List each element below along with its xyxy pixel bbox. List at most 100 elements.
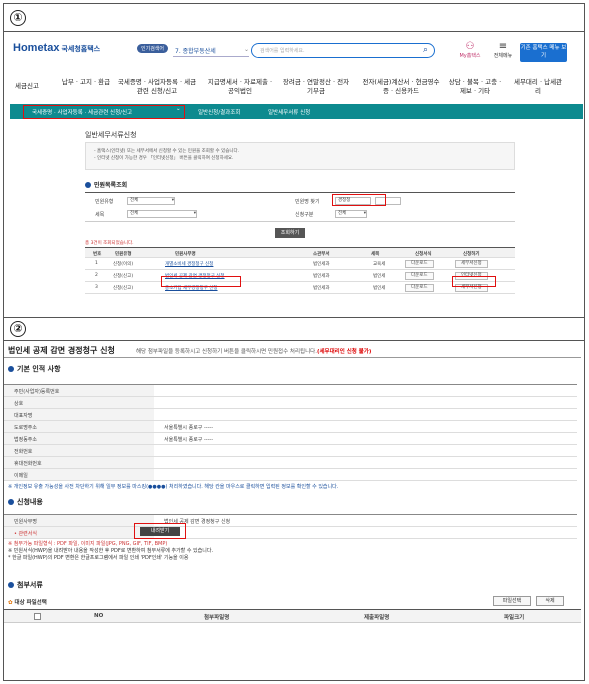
info-row: 이메일 (4, 469, 577, 481)
popular-keyword-select[interactable]: 7. 종합부동산세 ⌄ (173, 46, 249, 57)
info-row: 전화번호 (4, 445, 577, 457)
sub-nav-item[interactable]: 일반신청/결과조회 (198, 108, 240, 116)
nav-item[interactable]: 납부 · 고지 · 환급 (61, 78, 111, 87)
bullet-icon (8, 366, 14, 372)
info-key: • 관련서식 (4, 527, 154, 538)
file-notes: ※ 첨부가능 파일형식 : PDF 파일, 이미지 파일(JPG, PNG, G… (8, 541, 213, 562)
section-heading: 첨부서류 (8, 580, 43, 590)
info-row: 대표자명 (4, 409, 577, 421)
popular-search-pill[interactable]: 인기검색어 (137, 44, 169, 53)
nav-item[interactable]: 세무대리 · 납세관리 (513, 78, 563, 96)
info-value: 서울특별시 종로구 ----- (164, 425, 214, 431)
search-input[interactable]: 검색어를 입력하세요. ⌕ (251, 43, 435, 58)
nav-item[interactable]: 세금신고 (15, 82, 39, 91)
download-button[interactable]: 다운로드 (405, 284, 434, 292)
all-menu-button[interactable]: ≡ 전체메뉴 (488, 41, 518, 60)
cell-type: 신청(이의) (113, 262, 134, 267)
highlight-box (452, 276, 496, 287)
file-note: ※ 민원서식(HWP)을 내려받아 내용을 작성한 후 PDF로 변환하여 첨부… (8, 548, 214, 554)
cell-no: 2 (95, 273, 98, 278)
info-row: 상호 (4, 397, 577, 409)
privacy-note: ※ 개인정보 유출 가능성을 사전 차단하기 위해 일부 정보를 마스킹(●●●… (8, 484, 339, 490)
apply-type-select[interactable]: 전체 ▾ (335, 210, 367, 218)
file-select-button[interactable]: 파일선택 (493, 596, 531, 606)
table-row: 3 신청(신고) 중소기업 세무경정청구 신청 법인세과 법인세 다운로드 세무… (85, 282, 515, 294)
file-note: ※ 첨부가능 파일형식 : PDF 파일, 이미지 파일(JPG, PNG, G… (8, 541, 168, 547)
my-hometax-button[interactable]: ⚇ My홈택스 (455, 41, 485, 60)
cell-type: 신청(신고) (113, 286, 134, 291)
info-key: 도로명주소 (4, 421, 154, 432)
column-header: 번호 (93, 252, 102, 257)
search-button[interactable]: 조회하기 (275, 228, 305, 238)
highlight-box (332, 194, 386, 206)
notice-box: - 홈택스(인터넷) 또는 세무서에서 신청할 수 있는 민원을 조회할 수 있… (85, 142, 515, 170)
nav-item[interactable]: 지급명세서 · 자료제출 · 공익법인 (205, 78, 275, 96)
basic-info-table: 주민(사업자)등록번호 상호 대표자명 도로명주소 서울특별시 종로구 -----… (4, 384, 577, 481)
cell-type: 신청(신고) (113, 274, 134, 279)
divider (4, 357, 581, 358)
info-row: 휴대전화번호 (4, 457, 577, 469)
section-heading: 신청내용 (8, 497, 43, 507)
info-value: 서울특별시 종로구 ----- (164, 437, 214, 443)
user-icon: ⚇ (465, 41, 475, 52)
section-heading: 민원목록조회 (85, 180, 127, 189)
nav-item[interactable]: 장려금 · 연말정산 · 전자기부금 (281, 78, 351, 96)
info-key: 상호 (4, 397, 154, 408)
select-all-checkbox[interactable] (34, 613, 41, 620)
nav-item[interactable]: 국세증명 · 사업자등록 · 세금관련 신청/신고 (117, 78, 197, 96)
attach-table-header: NO 첨부파일명 제출파일명 파일크기 (4, 609, 581, 623)
table-row: 2 신청(신고) 법인세 공제 감면 경정청구 신청 법인세과 법인세 다운로드… (85, 270, 515, 282)
tax-item-select[interactable]: 전체 ▾ (127, 210, 197, 218)
info-row: 도로명주소 서울특별시 종로구 ----- (4, 421, 577, 433)
search-icon[interactable]: ⌕ (423, 45, 428, 55)
info-key: 주민(사업자)등록번호 (4, 385, 154, 396)
delete-button[interactable]: 삭제 (536, 596, 564, 606)
bullet-icon (8, 582, 14, 588)
column-header: 파일크기 (504, 615, 525, 621)
menu-icon: ≡ (498, 41, 508, 52)
info-row: 민원사무명 법인세 공제 감면 경정청구 신청 (4, 515, 577, 527)
cell-tax: 법인세 (373, 274, 386, 279)
complaint-link[interactable]: 개별소비세 경정청구 신청 (165, 261, 213, 267)
column-header: NO (94, 613, 104, 619)
apply-table: 민원사무명 법인세 공제 감면 경정청구 신청 • 관련서식 (4, 514, 577, 539)
info-row: 주민(사업자)등록번호 (4, 385, 577, 397)
warning-icon: ✿ (8, 600, 13, 606)
old-menu-button[interactable]: 기존 홈택스 메뉴 보기 (520, 43, 567, 62)
sub-nav-item[interactable]: 일반세무서류 신청 (268, 108, 310, 116)
results-table: 번호 민원유형 민원사무명 소관부서 세목 신청서식 신청하기 1 신청(이의)… (85, 247, 515, 294)
download-button[interactable]: 다운로드 (405, 260, 434, 268)
column-header: 제출파일명 (364, 615, 390, 621)
column-header: 첨부파일명 (204, 615, 230, 621)
divider (4, 317, 584, 318)
cell-tax: 교육세 (373, 262, 386, 267)
nav-item[interactable]: 전자(세금)계산서 · 현금영수증 · 신용카드 (361, 78, 441, 96)
panel2-subtitle: 해당 첨부파일을 등록하시고 신청하기 버튼을 클릭하시면 민원접수 처리됩니다… (136, 349, 372, 355)
file-select-label: ✿ 대상 파일선택 (8, 600, 47, 606)
step-1-marker: ① (10, 10, 26, 26)
complaint-type-select[interactable]: 전체 ▾ (127, 197, 175, 205)
info-key: 이메일 (4, 469, 154, 480)
result-count: 총 3건이 조회되었습니다. (85, 241, 134, 246)
bullet-icon (85, 182, 91, 188)
column-header: 소관부서 (313, 252, 330, 257)
divider (4, 340, 584, 341)
search-form: 민원유형 전체 ▾ 민원명 찾기 경정청 세목 전체 ▾ 신청구분 전체 ▾ (85, 192, 515, 222)
info-key: 대표자명 (4, 409, 154, 420)
info-key: 휴대전화번호 (4, 457, 154, 468)
cell-dept: 법인세과 (313, 286, 330, 291)
cell-no: 3 (95, 285, 98, 290)
table-header: 번호 민원유형 민원사무명 소관부서 세목 신청서식 신청하기 (85, 248, 515, 258)
nav-item[interactable]: 상담 · 불복 · 고충 · 제보 · 기타 (445, 78, 505, 96)
page-title: 일반세무서류신청 (85, 131, 137, 139)
download-button[interactable]: 다운로드 (405, 272, 434, 280)
apply-button[interactable]: 세무서신청 (455, 260, 488, 268)
table-row: 1 신청(이의) 개별소비세 경정청구 신청 법인세과 교육세 다운로드 세무서… (85, 258, 515, 270)
info-row: 법정동주소 서울특별시 종로구 ----- (4, 433, 577, 445)
hometax-logo[interactable]: Hometax 국세청홈택스 (13, 42, 100, 54)
info-row: • 관련서식 (4, 527, 577, 539)
section-heading: 기본 인적 사항 (8, 364, 61, 374)
highlight-box (23, 105, 185, 119)
cell-dept: 법인세과 (313, 262, 330, 267)
panel2-title: 법인세 공제 감면 경정청구 신청 (8, 346, 115, 355)
